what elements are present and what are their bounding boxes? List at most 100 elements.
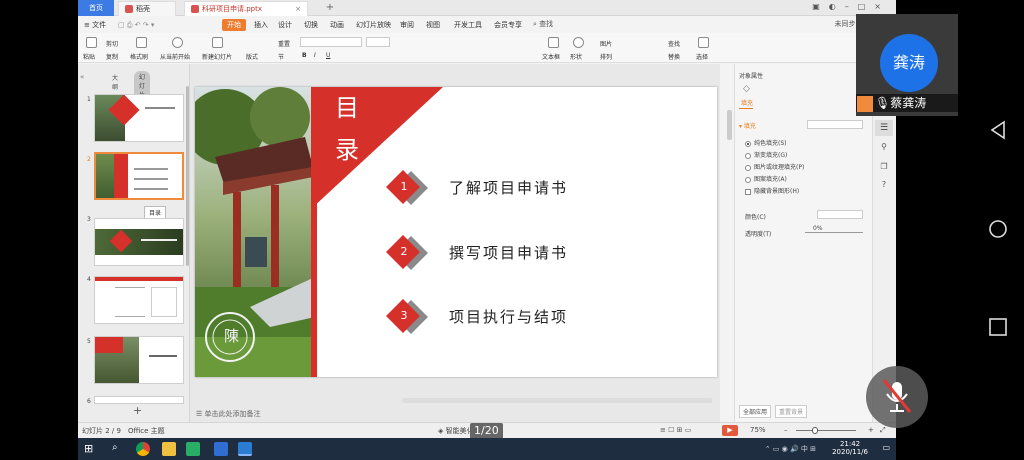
underline-button[interactable]: U bbox=[326, 52, 330, 59]
font-size-field[interactable] bbox=[366, 37, 390, 47]
slide-thumbnail-2[interactable] bbox=[94, 152, 184, 200]
ime-indicator[interactable]: 中 bbox=[801, 445, 808, 453]
select-button[interactable]: 选择 bbox=[696, 52, 708, 61]
participant-video-tile[interactable]: 龚涛 🎙蔡龚涛 bbox=[856, 14, 958, 116]
fill-tab-icon[interactable]: ◇ bbox=[743, 84, 750, 94]
fill-option-gradient[interactable]: 渐变填充(G) bbox=[745, 150, 787, 159]
textbox-button[interactable]: 文本框 bbox=[542, 52, 560, 61]
select-icon[interactable] bbox=[698, 37, 709, 48]
slide-thumbnail-4[interactable] bbox=[94, 276, 184, 324]
wps-icon[interactable] bbox=[238, 442, 252, 456]
pin-icon[interactable]: ⚲ bbox=[875, 142, 893, 156]
notifications-icon[interactable]: ▭ bbox=[882, 443, 890, 452]
menu-developer[interactable]: 开发工具 bbox=[454, 19, 482, 31]
fill-section-title[interactable]: ▾ 填充 bbox=[739, 121, 756, 130]
tab-fill[interactable]: 填充 bbox=[741, 98, 753, 107]
play-slideshow-button[interactable]: ▶ bbox=[722, 425, 738, 436]
reset-background-button[interactable]: 重置背景 bbox=[775, 405, 808, 418]
format-painter-icon[interactable] bbox=[136, 37, 147, 48]
new-slide-button[interactable]: 新建幻灯片 bbox=[202, 52, 232, 61]
menu-design[interactable]: 设计 bbox=[278, 19, 292, 31]
find-button[interactable]: 查找 bbox=[668, 39, 680, 48]
slide-canvas[interactable]: 目 录 陳 1 了解项目申请书 2 撰写项目申请书 3 项目执行与结项 bbox=[195, 87, 717, 377]
zoom-slider-handle[interactable] bbox=[812, 427, 818, 434]
slide-thumbnail-6[interactable] bbox=[94, 396, 184, 404]
collapse-pane-icon[interactable]: « bbox=[80, 73, 84, 81]
tab-draft[interactable]: 稻壳 bbox=[118, 1, 176, 16]
layout-button[interactable]: 版式 bbox=[246, 52, 258, 61]
window-controls[interactable]: ▣◐–□× bbox=[812, 2, 890, 11]
copy-icon[interactable]: ❐ bbox=[875, 162, 893, 176]
copy-button[interactable]: 复制 bbox=[106, 52, 118, 61]
italic-button[interactable]: I bbox=[314, 52, 316, 59]
clock[interactable]: 21:42 2020/11/6 bbox=[832, 440, 868, 456]
menu-insert[interactable]: 插入 bbox=[254, 19, 268, 31]
fill-option-picture[interactable]: 图片或纹理填充(P) bbox=[745, 162, 804, 171]
hide-background-checkbox[interactable]: 隐藏背景图形(H) bbox=[745, 186, 799, 195]
slide-vertical-scrollbar[interactable] bbox=[727, 110, 732, 140]
recents-icon[interactable] bbox=[988, 317, 1008, 337]
quick-access-icons[interactable]: ▢ ⎙ ↶ ↷ ▾ bbox=[118, 19, 154, 31]
add-slide-button[interactable]: + bbox=[133, 404, 142, 417]
menu-animation[interactable]: 动画 bbox=[330, 19, 344, 31]
paste-button[interactable]: 粘贴 bbox=[83, 52, 95, 61]
help-icon[interactable]: ? bbox=[875, 180, 893, 194]
photos-icon[interactable] bbox=[214, 442, 228, 456]
paste-icon[interactable] bbox=[86, 37, 97, 48]
search-box[interactable]: ⌕ 查找 bbox=[533, 19, 581, 30]
menu-file[interactable]: ≡ 文件 bbox=[84, 19, 106, 31]
arrange-button[interactable]: 排列 bbox=[600, 52, 612, 61]
wechat-icon[interactable] bbox=[186, 442, 200, 456]
section-button[interactable]: 节 bbox=[278, 52, 284, 61]
horizontal-scrollbar[interactable] bbox=[402, 398, 712, 403]
search-taskbar-icon[interactable]: ⌕ bbox=[112, 442, 118, 453]
from-current-button[interactable]: 从当前开始 bbox=[160, 52, 190, 61]
bold-button[interactable]: B bbox=[302, 52, 307, 59]
menu-review[interactable]: 审阅 bbox=[400, 19, 414, 31]
reset-button[interactable]: 重置 bbox=[278, 39, 290, 48]
new-tab-button[interactable]: + bbox=[324, 1, 336, 15]
mute-microphone-button[interactable] bbox=[866, 366, 928, 428]
menu-transition[interactable]: 切换 bbox=[304, 19, 318, 31]
transparency-slider[interactable] bbox=[805, 232, 863, 233]
tab-home[interactable]: 首页 bbox=[78, 0, 114, 16]
textbox-icon[interactable] bbox=[548, 37, 559, 48]
new-slide-icon[interactable] bbox=[212, 37, 223, 48]
fill-option-solid[interactable]: 纯色填充(S) bbox=[745, 138, 787, 147]
cut-button[interactable]: 剪切 bbox=[106, 39, 118, 48]
menu-start[interactable]: 开始 bbox=[222, 19, 246, 31]
picture-button[interactable]: 图片 bbox=[600, 39, 612, 48]
close-tab-icon[interactable]: × bbox=[295, 2, 301, 17]
back-icon[interactable] bbox=[988, 120, 1008, 140]
view-mode-icons[interactable]: ≡ ☐ ⊞ ▭ bbox=[660, 426, 691, 434]
thumbnail-scrollbar[interactable] bbox=[186, 86, 189, 266]
color-picker[interactable] bbox=[817, 210, 863, 219]
play-from-current-icon[interactable] bbox=[172, 37, 183, 48]
menu-slideshow[interactable]: 幻灯片放映 bbox=[356, 19, 391, 31]
apply-all-button[interactable]: 全部应用 bbox=[739, 405, 772, 418]
fill-option-pattern[interactable]: 图案填充(A) bbox=[745, 174, 787, 183]
system-tray[interactable]: ⌃ ▭ ◉ 🔊 中 ⊞ bbox=[765, 444, 816, 454]
properties-icon[interactable]: ☰ bbox=[875, 120, 893, 136]
tab-outline[interactable]: 大纲 bbox=[112, 73, 118, 91]
slide-thumbnail-1[interactable] bbox=[94, 94, 184, 142]
shape-icon[interactable] bbox=[573, 37, 584, 48]
notes-placeholder[interactable]: ☰ 单击此处添加备注 bbox=[196, 409, 261, 419]
chrome-icon[interactable] bbox=[136, 442, 150, 456]
smart-beautify-button[interactable]: ◈ 智能美化 bbox=[438, 426, 474, 436]
slide-thumbnail-5[interactable] bbox=[94, 336, 184, 384]
home-icon[interactable] bbox=[988, 219, 1008, 239]
zoom-slider[interactable] bbox=[796, 430, 856, 431]
menu-member[interactable]: 会员专享 bbox=[494, 19, 522, 31]
zoom-level[interactable]: 75% bbox=[750, 426, 766, 434]
zoom-out-icon[interactable]: – bbox=[784, 426, 788, 434]
file-explorer-icon[interactable] bbox=[162, 442, 176, 456]
slide-thumbnail-3[interactable] bbox=[94, 218, 184, 266]
tab-document[interactable]: 科研项目申请.pptx × bbox=[184, 1, 308, 16]
shape-button[interactable]: 形状 bbox=[570, 52, 582, 61]
fill-type-dropdown[interactable] bbox=[807, 120, 863, 129]
format-painter-button[interactable]: 格式刷 bbox=[130, 52, 148, 61]
menu-view[interactable]: 视图 bbox=[426, 19, 440, 31]
font-name-field[interactable] bbox=[300, 37, 362, 47]
windows-start-icon[interactable]: ⊞ bbox=[84, 442, 93, 455]
